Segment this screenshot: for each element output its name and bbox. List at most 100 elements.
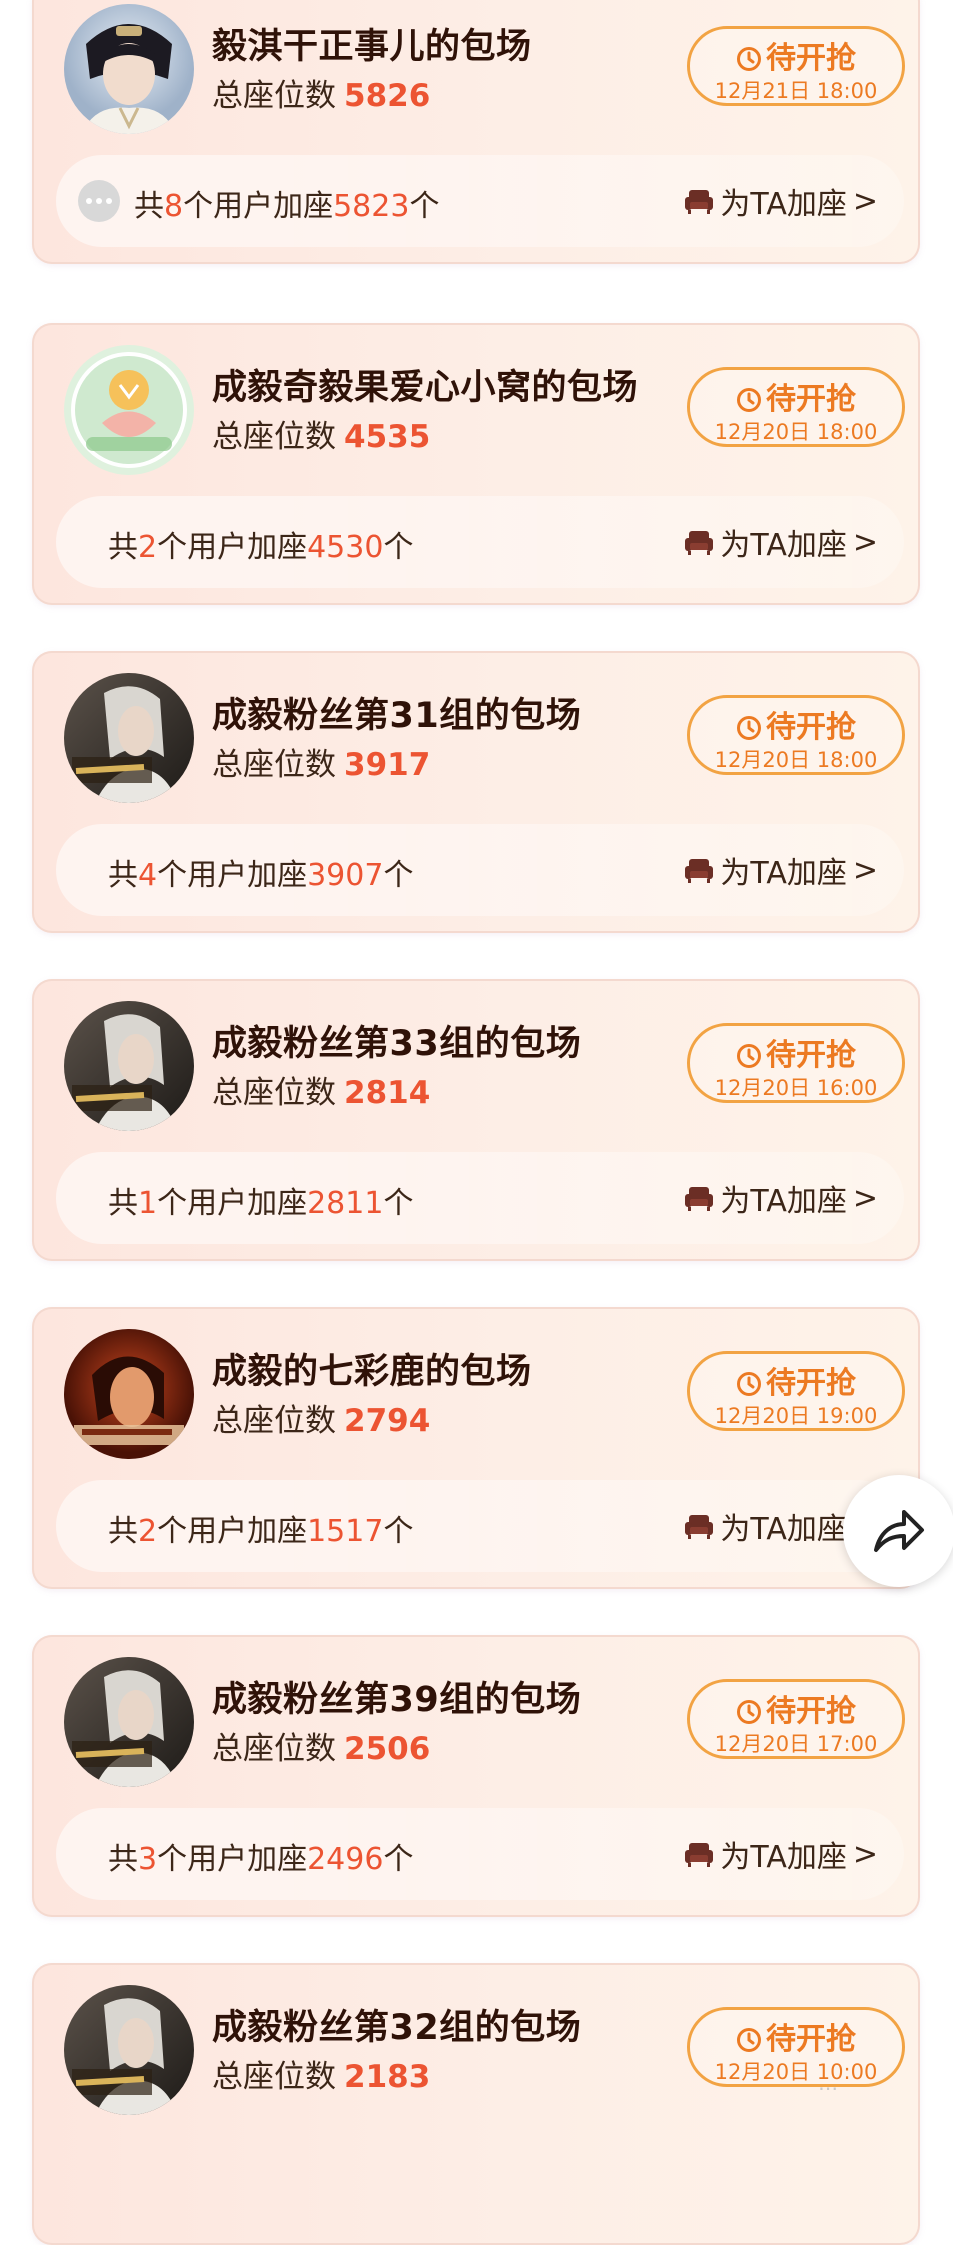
summary-bar: 共8个用户加座5823个 为TA加座 >: [56, 155, 904, 247]
status-button[interactable]: 待开抢 12月20日 17:00: [687, 1679, 905, 1759]
user-count: 8: [164, 189, 184, 224]
showing-title: 成毅粉丝第31组的包场: [212, 696, 582, 736]
avatar[interactable]: [64, 1985, 194, 2115]
add-seat-button[interactable]: 为TA加座>: [684, 520, 878, 564]
status-label-row: 待开抢: [690, 2014, 902, 2058]
seat-count-value: 2814: [344, 1075, 431, 1111]
sofa-icon: [685, 531, 714, 555]
seat-count-value: 4535: [344, 419, 431, 455]
status-button[interactable]: 待开抢 12月20日 19:00: [687, 1351, 905, 1431]
seat-count-row: 总座位数 3917: [212, 739, 430, 784]
status-label: 待开抢: [766, 1366, 856, 1401]
clock-icon: [737, 47, 761, 71]
added-seat-count: 2811: [307, 1186, 384, 1221]
summary-suffix: 个: [383, 530, 414, 565]
showing-title: 成毅粉丝第33组的包场: [212, 1024, 582, 1064]
added-seat-count: 3907: [307, 858, 384, 893]
summary-suffix: 个: [383, 858, 414, 893]
status-button[interactable]: 待开抢 12月20日 16:00: [687, 1023, 905, 1103]
showing-title: 成毅粉丝第32组的包场: [212, 2008, 582, 2048]
showing-card[interactable]: 成毅奇毅果爱心小窝的包场 总座位数 4535 待开抢 12月20日 18:00 共…: [32, 323, 920, 605]
summary-middle: 个用户加座: [157, 1842, 308, 1877]
status-label-row: 待开抢: [690, 702, 902, 746]
status-label: 待开抢: [766, 1694, 856, 1729]
avatar[interactable]: [64, 673, 194, 803]
summary-text: 共1个用户加座2811个: [108, 1178, 413, 1222]
summary-text: 共2个用户加座1517个: [108, 1506, 413, 1550]
clock-icon: [737, 2028, 761, 2052]
summary-bar: 共2个用户加座4530个 为TA加座 >: [56, 496, 904, 588]
seat-count-label: 总座位数: [212, 747, 336, 783]
status-button[interactable]: 待开抢 12月20日 18:00: [687, 367, 905, 447]
status-button[interactable]: 待开抢 12月20日 18:00: [687, 695, 905, 775]
user-count: 3: [138, 1842, 158, 1877]
status-time: 12月20日 18:00: [714, 420, 878, 444]
summary-bar: 共4个用户加座3907个 为TA加座 >: [56, 824, 904, 916]
summary-text: 共2个用户加座4530个: [108, 522, 413, 566]
summary-bar: 共3个用户加座2496个 为TA加座 >: [56, 1808, 904, 1900]
showing-list: 毅淇干正事儿的包场 总座位数 5826 待开抢 12月21日 18:00 共8个用…: [0, 0, 953, 2245]
status-button[interactable]: 待开抢 12月20日 10:00: [687, 2007, 905, 2087]
share-button[interactable]: [843, 1475, 953, 1587]
add-seat-button[interactable]: 为TA加座>: [684, 1176, 878, 1220]
summary-suffix: 个: [383, 1842, 414, 1877]
showing-card[interactable]: 毅淇干正事儿的包场 总座位数 5826 待开抢 12月21日 18:00 共8个用…: [32, 0, 920, 264]
status-label: 待开抢: [766, 1038, 856, 1073]
status-label: 待开抢: [766, 41, 856, 76]
status-time: 12月20日 19:00: [714, 1404, 878, 1428]
added-seat-count: 5823: [333, 189, 410, 224]
summary-middle: 个用户加座: [157, 1186, 308, 1221]
seat-count-value: 5826: [344, 78, 431, 114]
showing-card[interactable]: 成毅粉丝第31组的包场 总座位数 3917 待开抢 12月20日 18:00 共4…: [32, 651, 920, 933]
showing-card[interactable]: 成毅粉丝第32组的包场 总座位数 2183 待开抢 12月20日 10:00: [32, 1963, 920, 2245]
seat-count-label: 总座位数: [212, 1075, 336, 1111]
seat-count-value: 2506: [344, 1731, 431, 1767]
seat-count-label: 总座位数: [212, 78, 336, 114]
status-time: 12月21日 18:00: [714, 79, 878, 103]
status-label-row: 待开抢: [690, 1686, 902, 1730]
summary-bar: 共2个用户加座1517个 为TA加座>: [56, 1480, 904, 1572]
summary-prefix: 共: [134, 189, 164, 224]
summary-middle: 个用户加座: [183, 189, 334, 224]
summary-middle: 个用户加座: [157, 1514, 308, 1549]
showing-title: 成毅的七彩鹿的包场: [212, 1352, 532, 1392]
seat-count-row: 总座位数 2814: [212, 1067, 430, 1112]
summary-middle: 个用户加座: [157, 858, 308, 893]
sofa-icon: [685, 1843, 714, 1867]
add-seat-label: 为TA加座: [720, 187, 847, 222]
avatar[interactable]: [64, 4, 194, 134]
summary-prefix: 共: [108, 530, 138, 565]
summary-suffix: 个: [409, 189, 440, 224]
showing-card[interactable]: 成毅的七彩鹿的包场 总座位数 2794 待开抢 12月20日 19:00 共2个用…: [32, 1307, 920, 1589]
add-seat-button[interactable]: 为TA加座>: [684, 1832, 878, 1876]
showing-title: 成毅粉丝第39组的包场: [212, 1680, 582, 1720]
avatar[interactable]: [64, 1657, 194, 1787]
seat-count-value: 2794: [344, 1403, 431, 1439]
user-count: 4: [138, 858, 158, 893]
add-seat-button[interactable]: 为TA加座>: [684, 848, 878, 892]
sofa-icon: [685, 1187, 714, 1211]
clock-icon: [737, 388, 761, 412]
chevron-right-icon: >: [852, 852, 878, 888]
added-seat-count: 4530: [307, 530, 384, 565]
status-time: 12月20日 17:00: [714, 1732, 878, 1756]
status-button[interactable]: 待开抢 12月21日 18:00: [687, 26, 905, 106]
seat-count-label: 总座位数: [212, 1403, 336, 1439]
seat-count-row: 总座位数 5826: [212, 70, 430, 115]
showing-card[interactable]: 成毅粉丝第39组的包场 总座位数 2506 待开抢 12月20日 17:00 共3…: [32, 1635, 920, 1917]
more-dots-icon[interactable]: [78, 180, 120, 222]
avatar[interactable]: [64, 1329, 194, 1459]
seat-count-row: 总座位数 2794: [212, 1395, 430, 1440]
showing-title: 毅淇干正事儿的包场: [212, 27, 532, 67]
showing-card[interactable]: 成毅粉丝第33组的包场 总座位数 2814 待开抢 12月20日 16:00 共1…: [32, 979, 920, 1261]
status-time: 12月20日 10:00: [714, 2060, 878, 2084]
summary-text: 共4个用户加座3907个: [108, 850, 413, 894]
summary-prefix: 共: [108, 1514, 138, 1549]
add-seat-button[interactable]: 为TA加座>: [684, 179, 878, 223]
status-label-row: 待开抢: [690, 33, 902, 77]
status-time: 12月20日 18:00: [714, 748, 878, 772]
seat-count-value: 2183: [344, 2059, 431, 2095]
avatar[interactable]: [64, 345, 194, 475]
avatar[interactable]: [64, 1001, 194, 1131]
chevron-right-icon: >: [852, 524, 878, 560]
